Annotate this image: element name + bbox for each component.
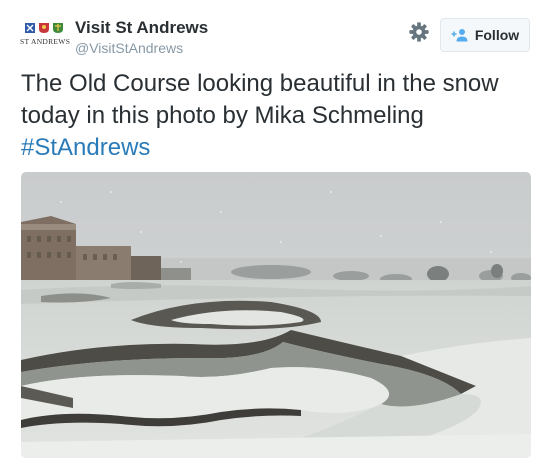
tweet-text: The Old Course looking beautiful in the … xyxy=(21,68,531,164)
avatar-wordmark: ST ANDREWS xyxy=(20,37,71,46)
account-handle[interactable]: @VisitStAndrews xyxy=(75,39,208,57)
tweet-card: ST ANDREWS Visit St Andrews @VisitStAndr… xyxy=(0,0,550,464)
follow-label: Follow xyxy=(474,27,520,43)
account-names: Visit St Andrews @VisitStAndrews xyxy=(75,18,208,57)
crest-logo-icon xyxy=(25,23,63,33)
snowy-golf-course-image xyxy=(21,172,531,458)
hashtag-link[interactable]: #StAndrews xyxy=(21,134,150,161)
tweet-header: ST ANDREWS Visit St Andrews @VisitStAndr… xyxy=(20,18,530,58)
avatar[interactable]: ST ANDREWS xyxy=(20,18,71,52)
display-name[interactable]: Visit St Andrews xyxy=(75,18,208,38)
add-user-icon xyxy=(451,29,468,42)
follow-button[interactable]: Follow xyxy=(440,18,530,52)
gear-icon[interactable] xyxy=(408,21,430,43)
tweet-photo[interactable] xyxy=(21,172,531,458)
tweet-body: The Old Course looking beautiful in the … xyxy=(21,70,499,129)
